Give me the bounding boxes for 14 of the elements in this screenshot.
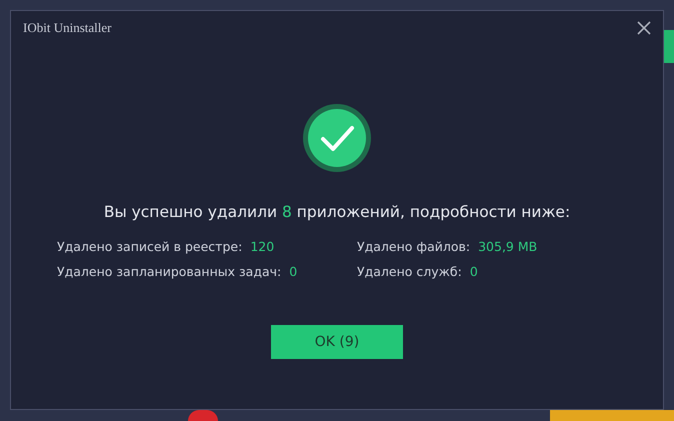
- stat-label: Удалено записей в реестре:: [57, 239, 242, 254]
- stat-value: 305,9 MB: [478, 239, 538, 254]
- stat-label: Удалено файлов:: [357, 239, 470, 254]
- background-icon: [188, 410, 218, 421]
- window-title: IObit Uninstaller: [23, 20, 112, 36]
- stat-value: 0: [470, 264, 478, 279]
- checkmark-icon: [302, 103, 372, 173]
- ok-button[interactable]: OK (9): [271, 325, 403, 359]
- close-button[interactable]: [635, 19, 653, 37]
- stat-value: 0: [289, 264, 298, 279]
- stat-value: 120: [250, 239, 274, 254]
- stat-label: Удалено запланированных задач:: [57, 264, 282, 279]
- stat-label: Удалено служб:: [357, 264, 462, 279]
- success-message: Вы успешно удалили 8 приложений, подробности ниже:: [104, 203, 570, 221]
